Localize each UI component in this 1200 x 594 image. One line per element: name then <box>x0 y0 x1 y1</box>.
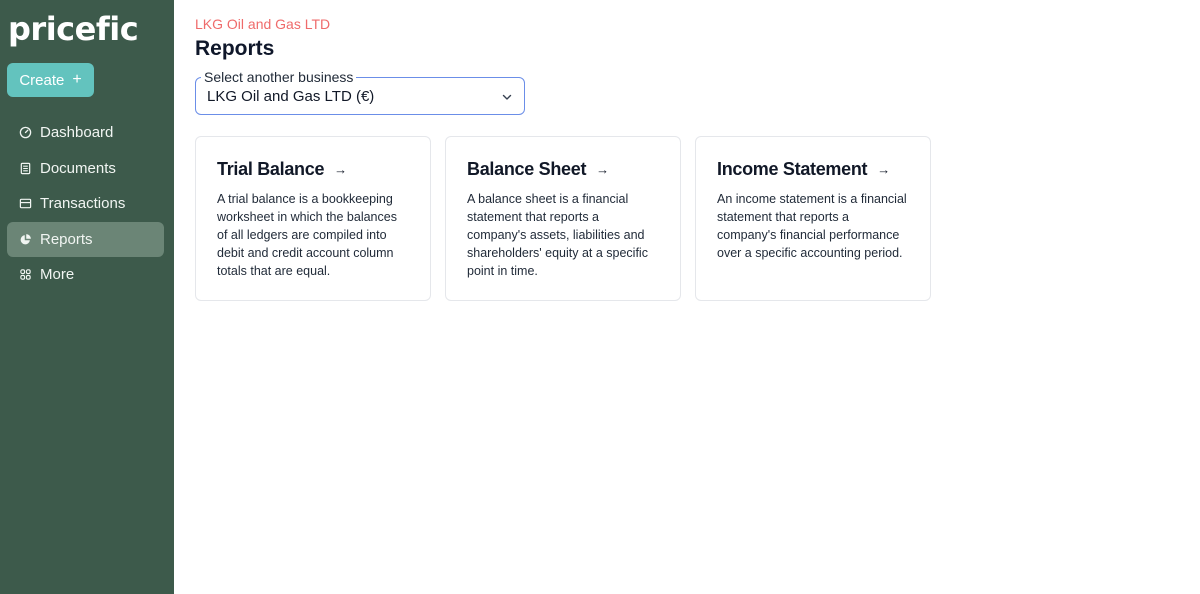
sidebar-item-documents[interactable]: Documents <box>7 151 164 186</box>
report-card-balance-sheet[interactable]: Balance Sheet → A balance sheet is a fin… <box>445 136 681 301</box>
app: pricefic Create + Dashboard Documents Tr… <box>0 0 1200 594</box>
dashboard-gauge-icon <box>18 126 32 140</box>
card-title-text: Income Statement <box>717 159 868 179</box>
arrow-right-icon: → <box>334 162 347 177</box>
card-icon <box>18 197 32 211</box>
create-button[interactable]: Create + <box>7 63 94 97</box>
sidebar-item-label: Dashboard <box>40 124 114 141</box>
sidebar-item-reports[interactable]: Reports <box>7 221 164 257</box>
card-description: A trial balance is a bookkeeping workshe… <box>217 192 397 278</box>
sidebar-item-label: More <box>40 266 75 283</box>
sidebar-item-more[interactable]: More <box>7 257 164 292</box>
business-select-value: LKG Oil and Gas LTD (€) <box>207 88 375 105</box>
business-select-label: Select another business <box>201 69 357 85</box>
sidebar: pricefic Create + Dashboard Documents Tr… <box>0 0 174 594</box>
report-card-income-statement[interactable]: Income Statement → An income statement i… <box>695 136 931 301</box>
business-name: LKG Oil and Gas LTD <box>195 16 331 32</box>
arrow-right-icon: → <box>596 162 609 177</box>
card-description: A balance sheet is a financial statement… <box>467 192 648 278</box>
card-title: Balance Sheet → <box>467 159 659 180</box>
logo[interactable]: pricefic <box>8 10 139 48</box>
pie-chart-icon <box>18 232 32 246</box>
grid-icon <box>18 268 32 282</box>
chevron-down-icon <box>501 90 513 102</box>
card-title: Income Statement → <box>717 159 909 180</box>
sidebar-nav: Dashboard Documents Transactions Reports <box>7 115 164 293</box>
card-title-text: Trial Balance <box>217 159 325 179</box>
arrow-right-icon: → <box>877 162 890 177</box>
sidebar-item-label: Transactions <box>40 195 126 212</box>
sidebar-item-label: Documents <box>40 159 116 177</box>
page-title: Reports <box>195 37 275 60</box>
sidebar-item-dashboard[interactable]: Dashboard <box>7 115 164 150</box>
sidebar-item-label: Reports <box>40 230 93 248</box>
report-card-trial-balance[interactable]: Trial Balance → A trial balance is a boo… <box>195 136 431 301</box>
report-cards: Trial Balance → A trial balance is a boo… <box>195 136 931 301</box>
main-content: LKG Oil and Gas LTD Reports Select anoth… <box>174 0 1200 594</box>
create-button-label: Create <box>19 71 65 89</box>
plus-icon: + <box>72 71 82 88</box>
document-icon <box>18 161 32 175</box>
card-title-text: Balance Sheet <box>467 159 587 179</box>
card-title: Trial Balance → <box>217 159 409 180</box>
sidebar-item-transactions[interactable]: Transactions <box>7 186 164 221</box>
card-description: An income statement is a financial state… <box>717 192 907 260</box>
business-select[interactable]: Select another business LKG Oil and Gas … <box>195 69 525 115</box>
